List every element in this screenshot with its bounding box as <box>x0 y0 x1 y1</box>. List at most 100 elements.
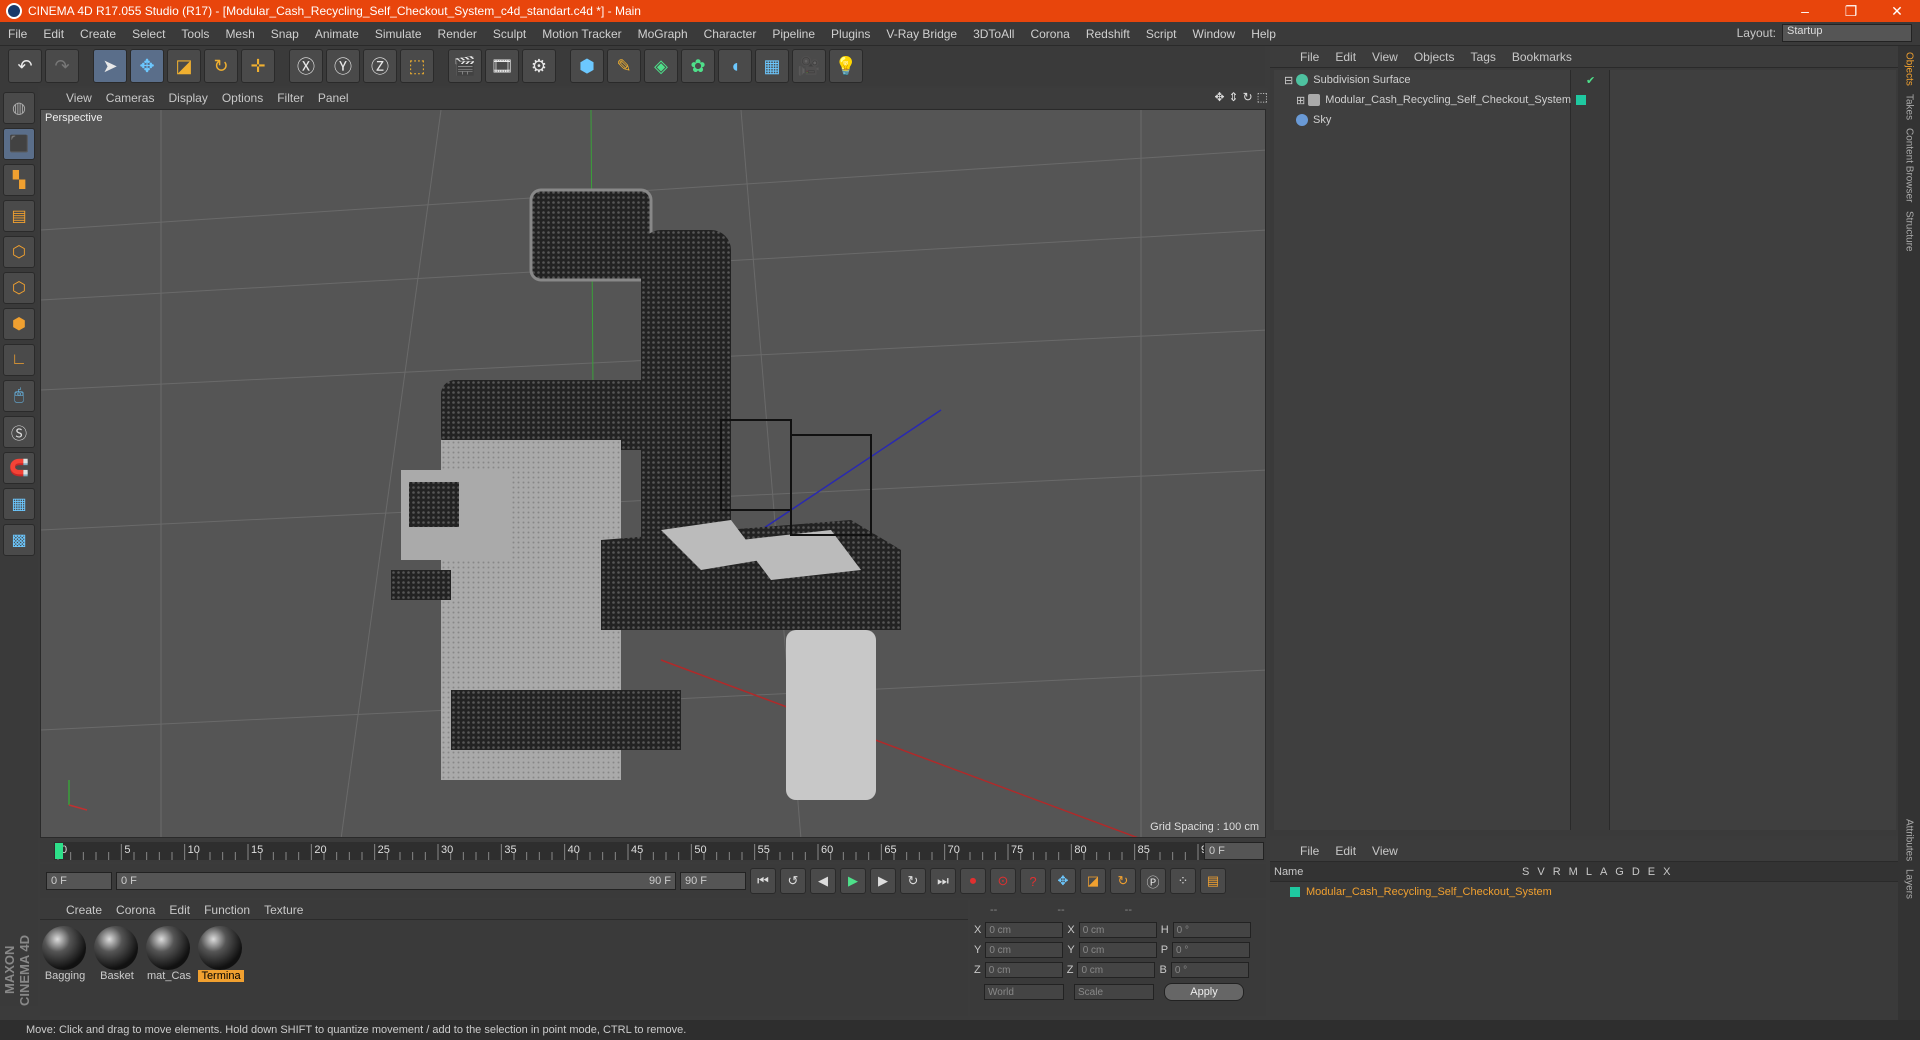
camera-icon[interactable]: 🎥 <box>792 49 826 83</box>
point-level-icon[interactable]: ⁘ <box>1170 868 1196 894</box>
layout-dropdown[interactable]: Startup <box>1782 24 1912 42</box>
material-swatch[interactable]: Bagging <box>42 926 88 982</box>
axis-mode-icon[interactable]: ∟ <box>3 344 35 376</box>
menu-item-corona[interactable]: Corona <box>1022 27 1077 41</box>
redo-icon[interactable]: ↷ <box>45 49 79 83</box>
dolly-icon[interactable]: ⇕ <box>1229 90 1239 104</box>
render-settings-icon[interactable]: ⚙ <box>522 49 556 83</box>
rotation-key-icon[interactable]: ↻ <box>1110 868 1136 894</box>
edges-mode-icon[interactable]: ⬡ <box>3 272 35 304</box>
menu-item-render[interactable]: Render <box>430 27 485 41</box>
menu-item-help[interactable]: Help <box>1243 27 1284 41</box>
locked-workplane-icon[interactable]: ▦ <box>3 488 35 520</box>
menu-item-edit[interactable]: Edit <box>35 27 72 41</box>
menu-item-pipeline[interactable]: Pipeline <box>764 27 823 41</box>
maximize-button[interactable]: ❐ <box>1828 3 1874 20</box>
position-key-icon[interactable]: ✥ <box>1050 868 1076 894</box>
pan-icon[interactable]: ✥ <box>1214 90 1224 104</box>
pen-spline-icon[interactable]: ✎ <box>607 49 641 83</box>
menu-item-v-ray-bridge[interactable]: V-Ray Bridge <box>878 27 965 41</box>
object-menu-bookmarks[interactable]: Bookmarks <box>1512 50 1572 64</box>
coord-field[interactable]: 0 ° <box>1170 962 1249 978</box>
record-icon[interactable]: ⏺ <box>960 868 986 894</box>
rotate-icon[interactable]: ↻ <box>204 49 238 83</box>
scale-icon[interactable]: ◪ <box>167 49 201 83</box>
menu-item-window[interactable]: Window <box>1185 27 1244 41</box>
menu-item-file[interactable]: File <box>0 27 35 41</box>
render-picture-viewer-icon[interactable]: 🎞 <box>485 49 519 83</box>
viewport-menu-filter[interactable]: Filter <box>277 91 304 105</box>
start-frame-field[interactable]: 0 F <box>46 872 112 890</box>
apply-button[interactable]: Apply <box>1164 983 1244 1001</box>
playhead[interactable] <box>55 843 63 859</box>
model-mode-icon[interactable]: ⬛ <box>3 128 35 160</box>
object-menu-file[interactable]: File <box>1300 50 1319 64</box>
check-icon[interactable]: ✔ <box>1586 74 1595 87</box>
end-frame-field[interactable]: 90 F <box>680 872 746 890</box>
expand-icon[interactable]: ⊞ <box>1296 94 1308 107</box>
make-editable-icon[interactable]: ◍ <box>3 92 35 124</box>
menu-item-redshift[interactable]: Redshift <box>1078 27 1138 41</box>
current-frame-field[interactable]: 0 F <box>1204 842 1264 860</box>
object-row-subdivision[interactable]: ⊟ Subdivision Surface ✔ <box>1274 70 1896 90</box>
menu-item-mograph[interactable]: MoGraph <box>630 27 696 41</box>
material-menu-function[interactable]: Function <box>204 903 250 917</box>
side-tab-objects[interactable]: Objects <box>1904 52 1915 86</box>
object-menu-view[interactable]: View <box>1372 50 1398 64</box>
viewport-menu-cameras[interactable]: Cameras <box>106 91 155 105</box>
floor-icon[interactable]: ▦ <box>755 49 789 83</box>
material-menu-create[interactable]: Create <box>66 903 102 917</box>
coord-field[interactable]: 0 cm <box>1077 962 1156 978</box>
coord-field[interactable]: 0 cm <box>985 942 1064 958</box>
minimize-button[interactable]: – <box>1782 3 1828 19</box>
move-icon[interactable]: ✥ <box>130 49 164 83</box>
viewport-menu-view[interactable]: View <box>66 91 92 105</box>
next-key-icon[interactable]: ↻ <box>900 868 926 894</box>
light-icon[interactable]: 💡 <box>829 49 863 83</box>
material-swatch[interactable]: Termina <box>198 926 244 982</box>
menu-item-script[interactable]: Script <box>1138 27 1185 41</box>
coord-field[interactable]: 0 cm <box>985 922 1064 938</box>
material-menu-corona[interactable]: Corona <box>116 903 155 917</box>
side-tab-content-browser[interactable]: Content Browser <box>1904 128 1915 202</box>
menu-item-mesh[interactable]: Mesh <box>217 27 262 41</box>
previous-key-icon[interactable]: ↺ <box>780 868 806 894</box>
planar-workplane-icon[interactable]: ▩ <box>3 524 35 556</box>
object-row-sky[interactable]: Sky <box>1274 110 1896 130</box>
menu-item-3dtoall[interactable]: 3DToAll <box>965 27 1022 41</box>
material-menu-texture[interactable]: Texture <box>264 903 303 917</box>
object-menu-objects[interactable]: Objects <box>1414 50 1455 64</box>
coord-field[interactable]: 0 cm <box>1078 922 1157 938</box>
material-swatch[interactable]: mat_Cas <box>146 926 192 982</box>
coord-field[interactable]: 0 cm <box>1078 942 1157 958</box>
array-icon[interactable]: ✿ <box>681 49 715 83</box>
coord-field[interactable]: 0 ° <box>1172 942 1251 958</box>
menu-item-select[interactable]: Select <box>124 27 173 41</box>
points-mode-icon[interactable]: ⬡ <box>3 236 35 268</box>
orbit-icon[interactable]: ↻ <box>1243 90 1253 104</box>
menu-item-create[interactable]: Create <box>72 27 124 41</box>
solo-icon[interactable]: Ⓢ <box>3 416 35 448</box>
side-tab-attributes[interactable]: Attributes <box>1904 819 1915 861</box>
object-menu-tags[interactable]: Tags <box>1471 50 1496 64</box>
expand-icon[interactable]: ⊟ <box>1284 74 1296 87</box>
menu-item-motion-tracker[interactable]: Motion Tracker <box>534 27 629 41</box>
coord-field[interactable]: 0 cm <box>984 962 1063 978</box>
render-view-icon[interactable]: 🎬 <box>448 49 482 83</box>
menu-item-simulate[interactable]: Simulate <box>367 27 430 41</box>
timeline-ruler[interactable]: 051015202530354045505560657075808590 <box>54 842 1204 860</box>
subdivision-icon[interactable]: ◈ <box>644 49 678 83</box>
material-menu-edit[interactable]: Edit <box>169 903 190 917</box>
side-tab-structure[interactable]: Structure <box>1904 211 1915 252</box>
previous-frame-icon[interactable]: ◀ <box>810 868 836 894</box>
deformer-icon[interactable]: ◖ <box>718 49 752 83</box>
menu-item-plugins[interactable]: Plugins <box>823 27 878 41</box>
undo-icon[interactable]: ↶ <box>8 49 42 83</box>
coord-field[interactable]: 0 ° <box>1172 922 1251 938</box>
side-tab-takes[interactable]: Takes <box>1904 94 1915 120</box>
layer-menu-view[interactable]: View <box>1372 844 1398 858</box>
next-frame-icon[interactable]: ▶ <box>870 868 896 894</box>
frame-range-slider[interactable]: 0 F 90 F <box>116 872 676 890</box>
layer-row[interactable]: Modular_Cash_Recycling_Self_Checkout_Sys… <box>1270 882 1898 902</box>
coordinate-system-icon[interactable]: ⬚ <box>400 49 434 83</box>
